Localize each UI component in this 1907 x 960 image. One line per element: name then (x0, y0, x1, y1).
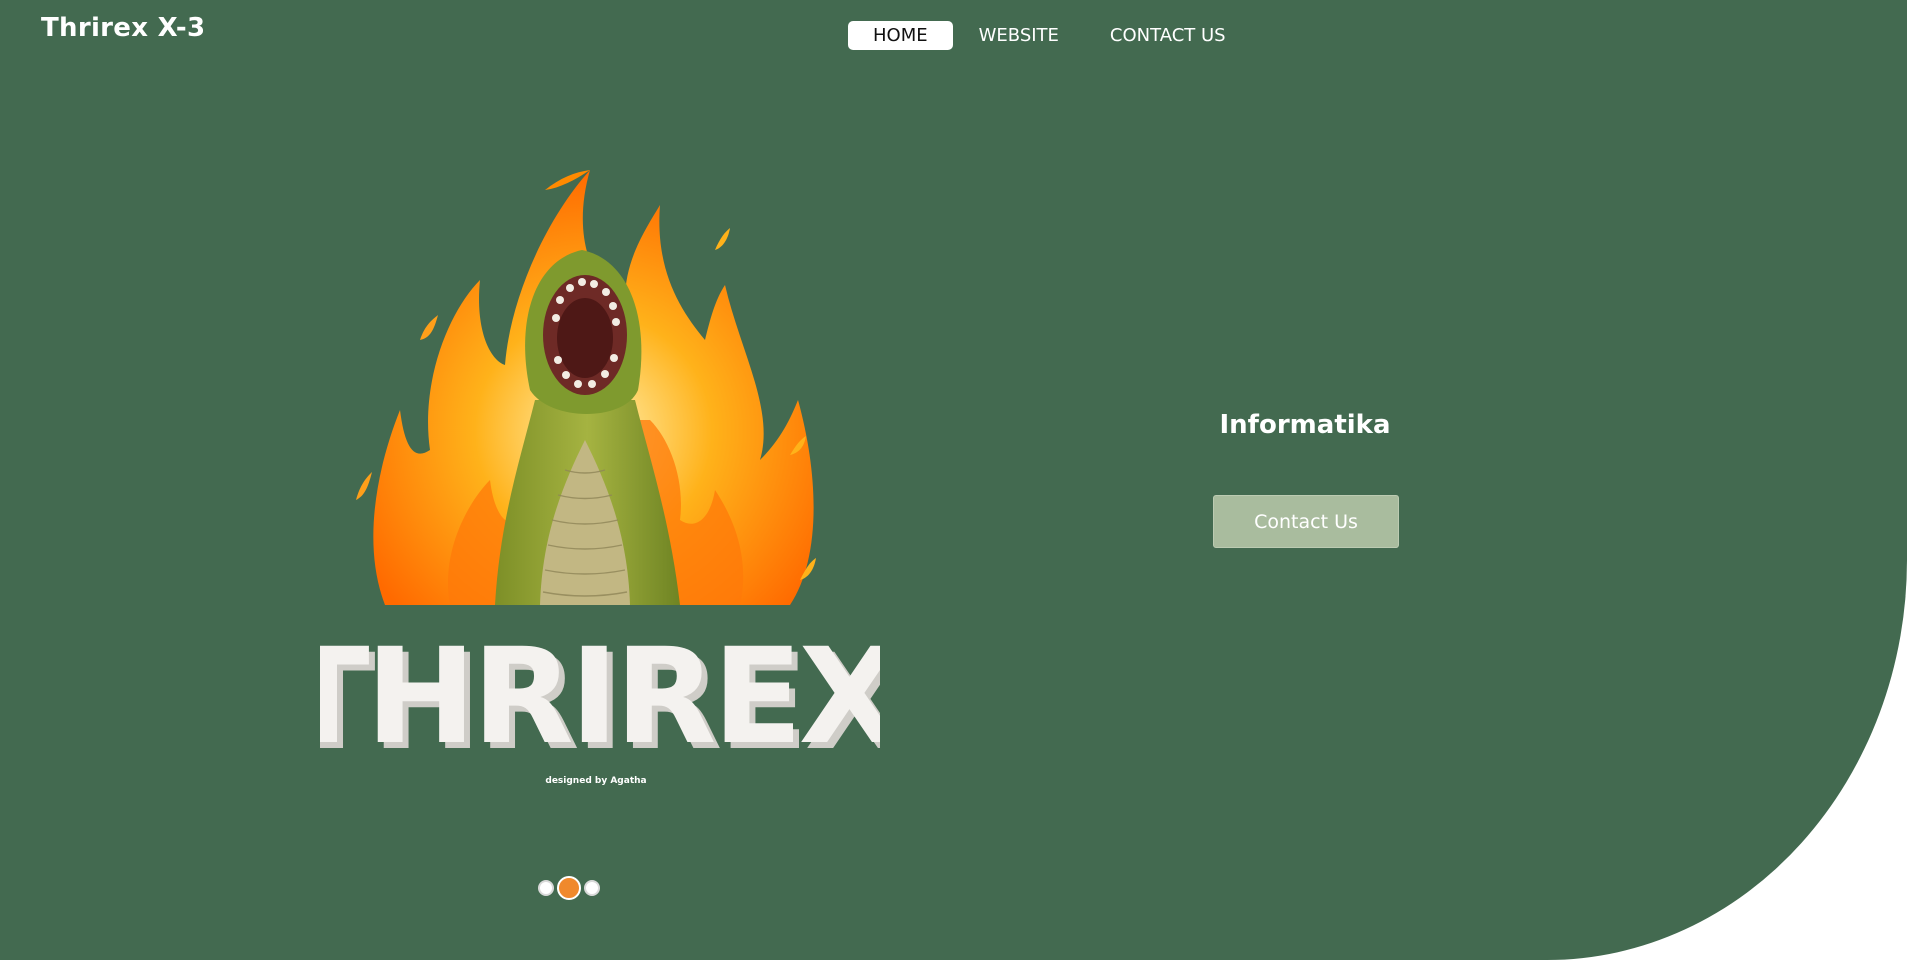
thrirex-logo-image: THRIREX THRIREX designed by Agatha (320, 170, 880, 786)
carousel-dot-3[interactable] (584, 880, 600, 896)
nav-contact-us[interactable]: CONTACT US (1085, 21, 1251, 50)
nav-website[interactable]: WEBSITE (954, 21, 1084, 50)
nav-home[interactable]: HOME (848, 21, 953, 50)
svg-text:THRIREX: THRIREX (320, 620, 880, 774)
carousel-dot-2-active[interactable] (557, 876, 581, 900)
brand-logo-text[interactable]: Thrirex X-3 (41, 13, 205, 43)
carousel-indicators (538, 876, 600, 900)
hero-title: Informatika (1219, 410, 1391, 440)
contact-us-button[interactable]: Contact Us (1213, 495, 1399, 548)
carousel-dot-1[interactable] (538, 880, 554, 896)
main-nav: HOME WEBSITE CONTACT US (848, 21, 1251, 50)
hero-section: Thrirex X-3 HOME WEBSITE CONTACT US THRI… (0, 0, 1907, 960)
svg-text:designed by Agatha: designed by Agatha (545, 776, 646, 786)
